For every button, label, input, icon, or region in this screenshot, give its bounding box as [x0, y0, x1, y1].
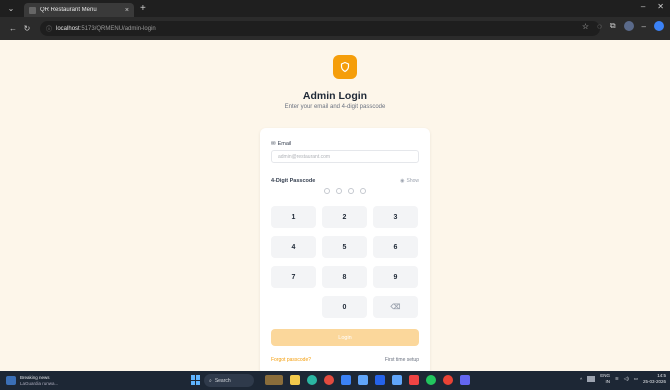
date-text: 25-03-2026: [642, 379, 666, 384]
taskbar: Breaking news LaGuardia runwa... ⌕ Searc…: [0, 371, 670, 390]
store-icon[interactable]: [341, 375, 351, 385]
star-icon[interactable]: ☆: [582, 22, 589, 31]
info-icon: ⓘ: [46, 27, 53, 33]
page-title: Admin Login: [302, 90, 368, 102]
login-page: Admin Login Enter your email and 4-digit…: [0, 40, 670, 375]
favicon-icon: [29, 6, 36, 14]
key-8[interactable]: 8: [322, 266, 367, 288]
url-host: localhost: [56, 25, 80, 32]
tray-app-icon[interactable]: [587, 376, 596, 382]
show-passcode-toggle[interactable]: ◉ Show: [400, 178, 419, 184]
email-placeholder: admin@restaurant.com: [278, 153, 331, 160]
app-icon[interactable]: [409, 375, 419, 385]
url-path: :5173/QRMENU/admin-login: [79, 25, 156, 32]
key-1[interactable]: 1: [271, 206, 316, 228]
whatsapp-icon[interactable]: [426, 375, 436, 385]
widget-app-icon[interactable]: [265, 375, 283, 385]
url-field[interactable]: ⓘ localhost :5173/QRMENU/admin-login: [40, 21, 600, 36]
tab-title: QR Restaurant Menu: [40, 7, 97, 13]
key-3[interactable]: 3: [373, 206, 418, 228]
app2-icon[interactable]: [460, 375, 470, 385]
extensions-icon[interactable]: ⧉: [610, 21, 616, 31]
windows-start-icon[interactable]: [191, 375, 201, 385]
mail-app-icon[interactable]: [392, 375, 402, 385]
news-icon: [6, 376, 16, 385]
reload-icon[interactable]: ↻: [20, 24, 34, 33]
system-tray: ^ ENG IN ≋ ◁) ▭ 14:5 25-03-2026: [580, 373, 666, 385]
key-5[interactable]: 5: [322, 236, 367, 258]
chrome-icon[interactable]: [324, 375, 334, 385]
login-button[interactable]: Login: [271, 329, 419, 346]
minimize-bar-icon[interactable]: –: [642, 22, 646, 31]
backspace-icon[interactable]: ⌫: [373, 296, 418, 318]
login-card: ✉ Email admin@restaurant.com 4-Digit Pas…: [260, 128, 430, 375]
email-label: ✉ Email: [271, 141, 291, 147]
search-label: Search: [214, 377, 231, 384]
tab-close-icon[interactable]: ×: [125, 7, 129, 14]
new-tab-button[interactable]: +: [140, 3, 146, 14]
first-time-setup-link[interactable]: First time setup: [385, 357, 419, 363]
wifi-icon[interactable]: ≋: [615, 376, 619, 382]
minimize-icon[interactable]: –: [641, 2, 645, 11]
email-label-text: Email: [277, 141, 292, 147]
passcode-dot: [336, 188, 342, 194]
edge-icon[interactable]: [307, 375, 317, 385]
taskbar-search[interactable]: ⌕ Search: [204, 374, 254, 387]
key-4[interactable]: 4: [271, 236, 316, 258]
key-0[interactable]: 0: [322, 296, 367, 318]
window-controls: – ✕: [641, 2, 664, 11]
show-label: Show: [406, 178, 419, 184]
tab-menu-icon[interactable]: ⌄: [0, 0, 22, 17]
browser-tab[interactable]: QR Restaurant Menu ×: [24, 3, 134, 17]
key-empty: [271, 296, 316, 318]
address-bar: ← ↻ ⓘ localhost :5173/QRMENU/admin-login…: [0, 17, 670, 40]
news-widget[interactable]: Breaking news LaGuardia runwa...: [6, 375, 58, 386]
key-2[interactable]: 2: [322, 206, 367, 228]
passcode-dot: [360, 188, 366, 194]
forgot-passcode-link[interactable]: Forgot passcode?: [271, 357, 311, 363]
email-field[interactable]: admin@restaurant.com: [271, 150, 419, 163]
back-icon[interactable]: ←: [6, 24, 20, 33]
file-explorer-icon[interactable]: [290, 375, 300, 385]
search-icon: ⌕: [209, 377, 212, 384]
eye-icon: ◉: [400, 178, 405, 184]
lang-region: IN: [605, 379, 610, 384]
keypad: 1 2 3 4 5 6 7 8 9 0 ⌫: [271, 206, 419, 318]
language-indicator[interactable]: ENG IN: [600, 373, 610, 385]
key-6[interactable]: 6: [373, 236, 418, 258]
key-9[interactable]: 9: [373, 266, 418, 288]
shield-logo-icon: [333, 55, 357, 79]
passcode-dot: [324, 188, 330, 194]
passcode-dot: [348, 188, 354, 194]
close-window-icon[interactable]: ✕: [657, 2, 664, 11]
taskbar-apps: [265, 375, 470, 385]
vscode-icon[interactable]: [375, 375, 385, 385]
toolbar-icons: ☆ ◌ ⧉ –: [582, 21, 664, 31]
battery-icon[interactable]: ▭: [634, 376, 638, 382]
copilot-icon[interactable]: [654, 21, 664, 31]
clock[interactable]: 14:5 25-03-2026: [643, 373, 666, 385]
passcode-label: 4-Digit Passcode: [271, 178, 316, 184]
news-subtitle: LaGuardia runwa...: [20, 380, 59, 386]
browser-app-icon[interactable]: [443, 375, 453, 385]
volume-icon[interactable]: ◁): [624, 376, 629, 382]
passcode-dots: [260, 188, 430, 194]
browser-tab-bar: ⌄ QR Restaurant Menu × + – ✕: [0, 0, 670, 17]
refresh-ext-icon[interactable]: ◌: [597, 22, 602, 31]
photos-icon[interactable]: [358, 375, 368, 385]
key-7[interactable]: 7: [271, 266, 316, 288]
mail-icon: ✉: [271, 141, 276, 147]
profile-avatar[interactable]: [623, 21, 634, 31]
page-subtitle: Enter your email and 4-digit passcode: [284, 104, 386, 110]
chevron-up-icon[interactable]: ^: [580, 377, 582, 382]
